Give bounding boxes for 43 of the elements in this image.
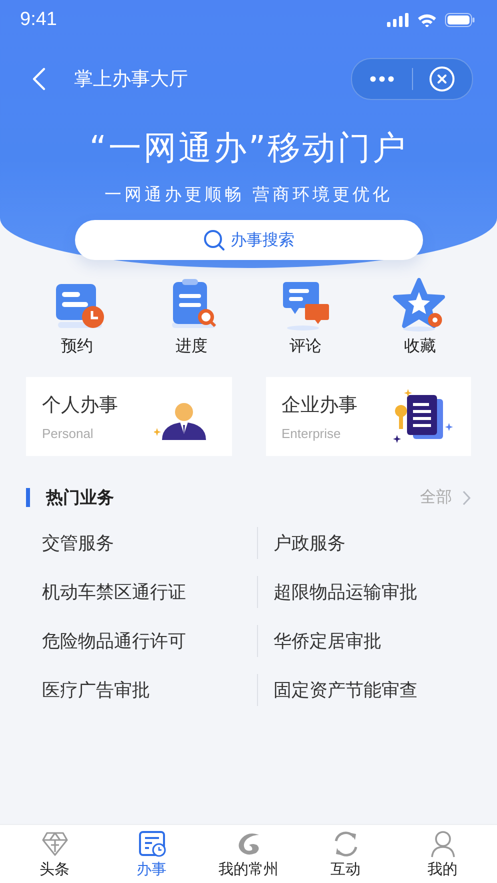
close-icon — [429, 66, 456, 92]
tab-bar-item[interactable]: 互动 — [300, 830, 390, 878]
service-link[interactable]: 户政服务 — [274, 531, 346, 555]
service-link[interactable]: 医疗广告审批 — [42, 678, 150, 702]
service-link[interactable]: 危险物品通行许可 — [42, 629, 186, 653]
card-subtitle: Enterprise — [282, 426, 342, 441]
tab-bar-item[interactable]: 我的 — [398, 830, 488, 878]
search-icon — [202, 229, 224, 251]
back-icon — [32, 67, 46, 91]
tab-bar-item[interactable]: 头条 — [10, 830, 100, 878]
service-link[interactable]: 固定资产节能审查 — [274, 678, 418, 702]
section-title: 热门业务 — [46, 487, 115, 509]
battery-icon — [445, 13, 475, 27]
tab-bar-item[interactable]: 我的常州 — [204, 830, 294, 878]
service-card[interactable]: 企业办事 Enterprise — [266, 377, 471, 456]
service-link[interactable]: 交管服务 — [42, 531, 114, 555]
signal-icon — [387, 13, 409, 27]
diamond-icon — [40, 830, 68, 858]
more-icon — [370, 76, 394, 82]
document-clock-icon — [138, 830, 166, 858]
service-card[interactable]: 个人办事 Personal — [26, 377, 232, 456]
search-bar[interactable]: 办事搜索 — [74, 220, 422, 260]
card-title: 企业办事 — [282, 393, 358, 418]
document-key-drawing — [393, 388, 455, 444]
section-marker — [26, 488, 30, 507]
service-link[interactable]: 超限物品运输审批 — [274, 580, 418, 604]
quick-action[interactable]: 评论 — [266, 276, 346, 357]
wifi-icon — [417, 13, 437, 27]
clock-time: 9:41 — [20, 9, 57, 31]
quick-action[interactable]: 预约 — [37, 276, 118, 357]
person-icon — [428, 830, 456, 858]
card-title: 个人办事 — [42, 393, 118, 418]
chevron-right-icon — [462, 490, 471, 506]
hero-subtitle: 一网通办更顺畅 营商环境更优化 — [104, 184, 393, 206]
quick-action[interactable]: 进度 — [151, 276, 232, 357]
hero-title: “一网通办”移动门户 — [89, 127, 408, 169]
page-title: 掌上办事大厅 — [74, 67, 189, 92]
service-link[interactable]: 华侨定居审批 — [274, 629, 382, 653]
card-subtitle: Personal — [42, 426, 94, 441]
service-link[interactable]: 机动车禁区通行证 — [42, 580, 186, 604]
tab-bar-item[interactable]: 办事 — [106, 830, 196, 878]
back-button[interactable] — [32, 67, 46, 91]
quick-action[interactable]: 收藏 — [380, 276, 460, 357]
